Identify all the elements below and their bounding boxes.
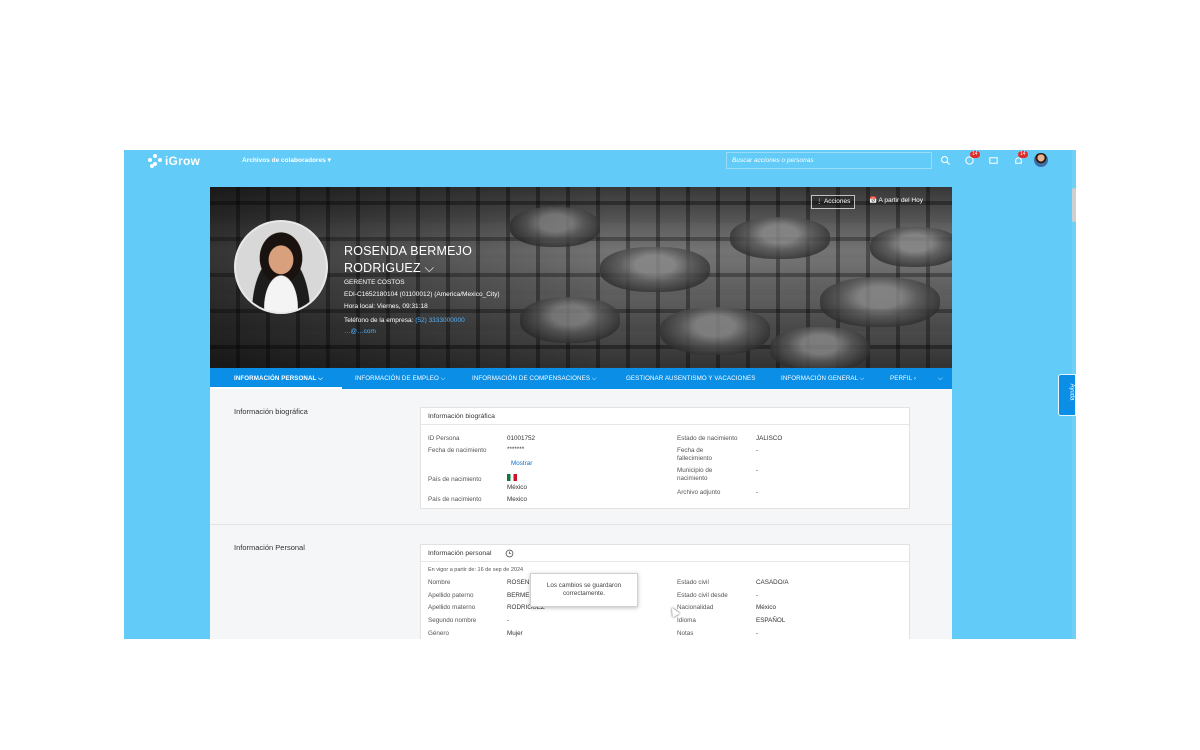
field-label: Archivo adjunto <box>677 489 721 496</box>
field-value: BERME <box>507 592 530 599</box>
field-value: - <box>756 447 759 454</box>
top-bar: iGrow Archivos de colaboradores ▾ Buscar… <box>124 150 1076 172</box>
app-window: iGrow Archivos de colaboradores ▾ Buscar… <box>124 150 1076 639</box>
field-label: Idioma <box>677 617 696 624</box>
toast-line1: Los cambios se guardaron <box>546 582 622 589</box>
field-value: JALISCO <box>756 435 783 442</box>
employee-id: EDI-C1652180104 (01100012) (America/Mexi… <box>344 291 500 298</box>
app-name: iGrow <box>165 154 201 168</box>
tab-compensation-info[interactable]: INFORMACIÓN DE COMPENSACIONES ⌵ <box>472 375 597 383</box>
field-value: Mujer <box>507 630 523 637</box>
field-value: - <box>507 617 510 624</box>
employee-name-line1: ROSENDA BERMEJO <box>344 244 473 258</box>
effective-date: En vigor a partir de: 16 de sep de 2024 <box>428 567 524 573</box>
field-value: - <box>756 592 759 599</box>
history-icon[interactable] <box>505 549 514 558</box>
app-logo[interactable]: iGrow <box>148 154 200 168</box>
notifications-badge: 14 <box>970 151 980 158</box>
field-label: fallecimiento <box>677 455 712 462</box>
field-label: Estado de nacimiento <box>677 435 738 442</box>
help-tab-label: Ayuda <box>1068 383 1075 401</box>
personal-section-label: Información Personal <box>234 543 305 552</box>
field-value: Mexico <box>507 496 527 503</box>
local-time: Hora local: Viernes, 09:31:18 <box>344 303 428 310</box>
field-label: Nombre <box>428 579 451 586</box>
company-phone-link[interactable]: (52) 3333000000 <box>415 317 465 324</box>
company-phone-label: Teléfono de la empresa: <box>344 317 414 324</box>
toast-line2: correctamente. <box>563 590 605 597</box>
field-value: ROSEN <box>507 579 530 586</box>
tab-employment-info[interactable]: INFORMACIÓN DE EMPLEO ⌵ <box>355 375 446 383</box>
company-phone: Teléfono de la empresa: (52) 3333000000 <box>344 317 465 324</box>
alerts-badge: 14 <box>1018 151 1028 158</box>
field-value: - <box>756 489 759 496</box>
field-label: Fecha de <box>677 447 704 454</box>
field-value: México <box>756 604 776 611</box>
employee-profile-page: ROSENDA BERMEJO RODRIGUEZ ⌵ GERENTE COST… <box>210 187 952 639</box>
field-value: ******* <box>507 446 525 453</box>
field-label: Género <box>428 630 450 637</box>
inbox-icon[interactable] <box>988 155 999 166</box>
bio-section-label: Información biográfica <box>234 407 308 416</box>
section-tabs: INFORMACIÓN PERSONAL ⌵ INFORMACIÓN DE EM… <box>210 368 952 389</box>
employee-files-menu[interactable]: Archivos de colaboradores ▾ <box>242 156 331 164</box>
field-label: País de nacimiento <box>428 496 482 503</box>
field-label: Notas <box>677 630 694 637</box>
actions-button[interactable]: ⋮ Acciones <box>811 195 856 209</box>
field-value: CASADO/A <box>756 579 789 586</box>
field-label: País de nacimiento <box>428 476 482 483</box>
tab-personal-info[interactable]: INFORMACIÓN PERSONAL ⌵ <box>234 375 323 383</box>
scrollbar-thumb[interactable] <box>1072 188 1076 222</box>
field-label: Apellido materno <box>428 604 476 611</box>
email-link[interactable]: …@…com <box>344 328 376 335</box>
help-tab[interactable]: Ayuda <box>1058 374 1076 416</box>
save-success-toast: Los cambios se guardaron correctamente. <box>530 573 638 607</box>
employee-name-line2[interactable]: RODRIGUEZ ⌵ <box>344 261 434 276</box>
field-value: ESPAÑOL <box>756 617 786 624</box>
active-tab-indicator <box>210 387 342 389</box>
field-value: - <box>756 630 759 637</box>
show-dob-link[interactable]: Mostrar <box>511 460 532 467</box>
field-label: Municipio de <box>677 467 713 474</box>
field-label: Apellido paterno <box>428 592 474 599</box>
section-divider <box>210 524 952 525</box>
field-label: Segundo nombre <box>428 617 477 624</box>
search-icon[interactable] <box>940 155 951 166</box>
field-label: ID Persona <box>428 435 460 442</box>
bio-panel: Información biográfica ID Persona 010017… <box>420 407 910 509</box>
tab-profile[interactable]: PERFIL › <box>890 375 916 382</box>
user-avatar[interactable] <box>1034 153 1048 167</box>
field-value: México <box>507 484 527 491</box>
bio-panel-title: Información biográfica <box>421 408 909 425</box>
logo-icon <box>148 154 162 168</box>
mexico-flag-icon <box>507 474 517 481</box>
job-title: GERENTE COSTOS <box>344 279 405 286</box>
profile-header: ROSENDA BERMEJO RODRIGUEZ ⌵ GERENTE COST… <box>210 187 952 368</box>
personal-panel-title: Información personal <box>428 550 492 557</box>
field-value: 01001752 <box>507 435 536 442</box>
tab-general-info[interactable]: INFORMACIÓN GENERAL ⌵ <box>781 375 865 383</box>
field-value: - <box>756 467 759 474</box>
field-label: Fecha de nacimiento <box>428 447 487 454</box>
as-of-date-button[interactable]: 📅 A partir del Hoy <box>865 195 927 209</box>
search-placeholder: Buscar acciones o personas <box>732 157 814 164</box>
field-label: Estado civil <box>677 579 709 586</box>
search-input[interactable]: Buscar acciones o personas <box>726 152 932 169</box>
field-label: Nacionalidad <box>677 604 714 611</box>
tab-absence-management[interactable]: GESTIONAR AUSENTISMO Y VACACIONES <box>626 375 755 382</box>
profile-photo <box>234 220 328 314</box>
personal-panel-header: Información personal <box>421 545 909 562</box>
field-label: Estado civil desde <box>677 592 728 599</box>
tabs-more-icon[interactable]: ⌵ <box>938 375 943 383</box>
personal-panel: Información personal En vigor a partir d… <box>420 544 910 639</box>
field-label: nacimiento <box>677 475 708 482</box>
